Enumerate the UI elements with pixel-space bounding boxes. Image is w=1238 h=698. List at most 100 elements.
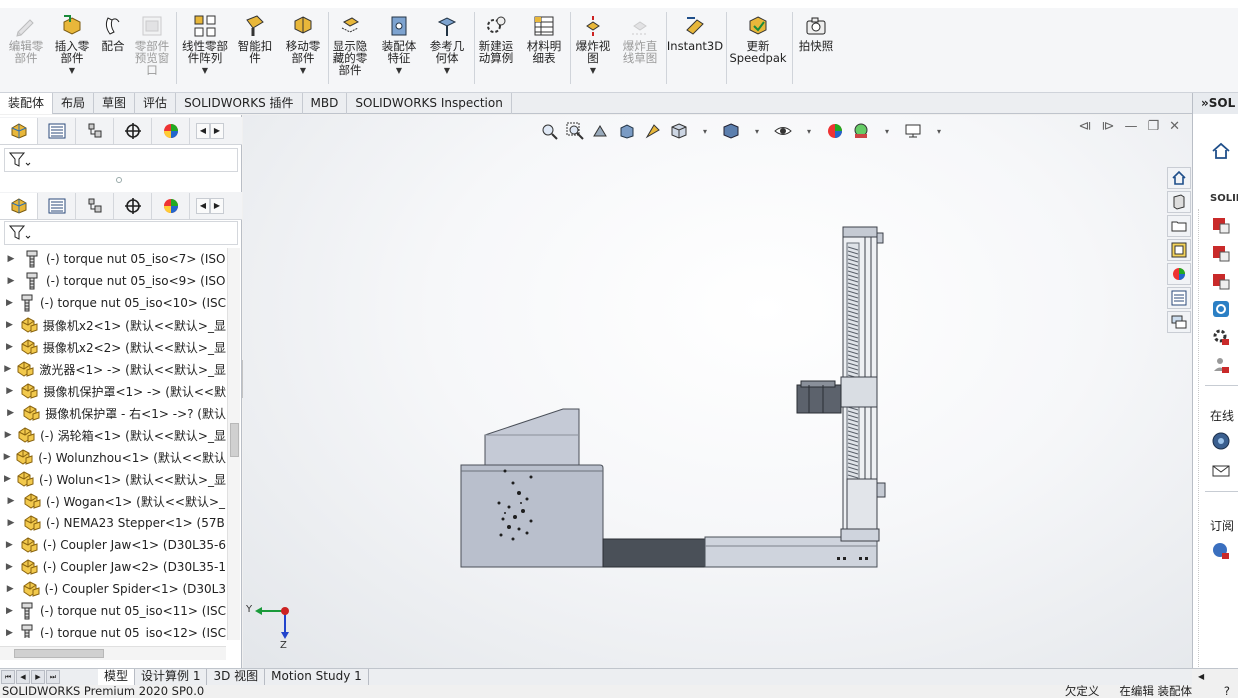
scroll-left-arrow[interactable]: ◀ xyxy=(196,122,210,139)
chevron-down-icon[interactable]: ▼ xyxy=(69,65,75,77)
chevron-down-icon[interactable]: ▼ xyxy=(396,65,402,77)
tree-node[interactable]: ▶ (-) Wolunzhou<1> (默认<<默认 xyxy=(0,446,226,468)
show-hidden-button[interactable]: 显示隐 藏的零 部件 xyxy=(330,14,370,86)
help-icon[interactable]: ? xyxy=(1224,685,1230,698)
tree-filter-lower[interactable] xyxy=(4,221,238,245)
tree-horizontal-scrollbar[interactable] xyxy=(0,646,226,660)
insert-components-button[interactable]: 插入零 部件 ▼ xyxy=(52,14,92,86)
expand-arrow-icon[interactable]: ▶ xyxy=(0,276,22,286)
scrollbar-thumb[interactable] xyxy=(14,649,104,658)
expand-arrow-icon[interactable]: ▶ xyxy=(0,298,19,308)
command-tab[interactable]: 布局 xyxy=(53,93,95,114)
last-tab-button[interactable]: ⏭ xyxy=(46,670,60,684)
tree-node[interactable]: ▶ 激光器<1> -> (默认<<默认>_显 xyxy=(0,358,226,380)
tree-filter-upper[interactable] xyxy=(4,148,238,172)
tree-node[interactable]: ▶ 摄像机x2<2> (默认<<默认>_显 xyxy=(0,336,226,358)
expand-arrow-icon[interactable]: ▶ xyxy=(0,562,19,572)
tp-home-icon[interactable] xyxy=(1211,141,1231,161)
bottom-tab[interactable]: 3D 视图 xyxy=(207,669,266,685)
guide-rail[interactable] xyxy=(602,536,878,568)
base-housing[interactable] xyxy=(460,408,604,568)
speedpak-button[interactable]: 更新 Speedpak xyxy=(729,14,787,86)
scroll-right-arrow[interactable]: ▶ xyxy=(210,197,224,214)
task-pane-header[interactable]: »SOL xyxy=(1193,93,1238,114)
tp-resources-tab[interactable] xyxy=(1167,191,1191,213)
tp-forum-tab[interactable] xyxy=(1167,311,1191,333)
command-tab[interactable]: MBD xyxy=(303,93,348,114)
expand-arrow-icon[interactable]: ▶ xyxy=(0,496,22,506)
sync-icon[interactable] xyxy=(1211,299,1231,319)
component-preview-button[interactable]: 零部件 预览窗 口 xyxy=(130,14,174,86)
expand-arrow-icon[interactable]: ▶ xyxy=(0,452,14,462)
command-tab[interactable]: SOLIDWORKS Inspection xyxy=(347,93,512,114)
gear-icon[interactable] xyxy=(1211,327,1231,347)
assembly-features-button[interactable]: 装配体 特征 ▼ xyxy=(378,14,420,86)
command-tab[interactable]: 草图 xyxy=(94,93,136,114)
vertical-column[interactable] xyxy=(796,226,886,542)
panel-splitter[interactable] xyxy=(116,177,122,183)
exploded-view-button[interactable]: 爆炸视 图 ▼ xyxy=(572,14,614,86)
tree-node[interactable]: ▶ (-) torque nut 05_iso<10> (ISC xyxy=(0,292,226,314)
task-pane-scrollbar[interactable] xyxy=(1193,209,1199,669)
user-icon[interactable] xyxy=(1211,355,1231,375)
tree-node[interactable]: ▶ 摄像机x2<1> (默认<<默认>_显 xyxy=(0,314,226,336)
expand-arrow-icon[interactable]: ▶ xyxy=(0,584,21,594)
expand-arrow-icon[interactable]: ▶ xyxy=(0,364,15,374)
next-tab-button[interactable]: ▶ xyxy=(31,670,45,684)
snapshot-button[interactable]: 拍快照 xyxy=(796,14,836,86)
tree-node[interactable]: ▶ (-) Coupler Spider<1> (D30L3 xyxy=(0,578,226,600)
first-tab-button[interactable]: ⏮ xyxy=(1,670,15,684)
tree-node[interactable]: ▶ (-) NEMA23 Stepper<1> (57B xyxy=(0,512,226,534)
bottom-tab[interactable]: Motion Study 1 xyxy=(265,669,369,685)
expand-arrow-icon[interactable]: ▶ xyxy=(0,628,19,638)
tp-file-explorer-tab[interactable] xyxy=(1167,215,1191,237)
tree-node[interactable]: ▶ 摄像机保护罩<1> -> (默认<<默 xyxy=(0,380,226,402)
smart-fasteners-button[interactable]: 智能扣 件 xyxy=(236,14,274,86)
chevron-down-icon[interactable]: ▼ xyxy=(300,65,306,77)
tree-vertical-scrollbar[interactable] xyxy=(227,248,240,640)
tree-node[interactable]: ▶ (-) torque nut 05_iso<7> (ISO xyxy=(0,248,226,270)
command-tab[interactable]: 装配体 xyxy=(0,93,54,114)
bottom-tab[interactable]: 设计算例 1 xyxy=(135,669,208,685)
explode-line-button[interactable]: 爆炸直 线草图 xyxy=(618,14,662,86)
configurationmanager-tab[interactable] xyxy=(76,117,114,144)
command-tab[interactable]: 评估 xyxy=(135,93,177,114)
move-component-button[interactable]: 移动零 部件 ▼ xyxy=(282,14,324,86)
sw-resource-icon[interactable] xyxy=(1211,215,1231,235)
tree-node[interactable]: ▶ (-) Wolun<1> (默认<<默认>_显 xyxy=(0,468,226,490)
envelope-icon[interactable] xyxy=(1211,461,1231,481)
expand-arrow-icon[interactable]: ▶ xyxy=(0,518,22,528)
tree-node[interactable]: ▶ (-) torque nut 05_iso<9> (ISO xyxy=(0,270,226,292)
tree-node[interactable]: ▶ (-) torque nut 05_iso<12> (ISC xyxy=(0,622,226,638)
expand-arrow-icon[interactable]: ▶ xyxy=(0,606,19,616)
tree-node[interactable]: ▶ 摄像机保护罩 - 右<1> ->? (默认 xyxy=(0,402,226,424)
tp-home-tab[interactable] xyxy=(1167,167,1191,189)
tree-node[interactable]: ▶ (-) Coupler Jaw<2> (D30L35-1 xyxy=(0,556,226,578)
sw-resource-icon[interactable] xyxy=(1211,243,1231,263)
mate-button[interactable]: 配合 xyxy=(100,14,126,86)
chevron-down-icon[interactable]: ▼ xyxy=(444,65,450,77)
assembly-model[interactable] xyxy=(243,115,1192,668)
propertymanager-tab[interactable] xyxy=(38,117,76,144)
tree-node[interactable]: ▶ (-) Wogan<1> (默认<<默认>_ xyxy=(0,490,226,512)
scroll-left-arrow[interactable]: ◀ xyxy=(196,197,210,214)
globe-icon[interactable] xyxy=(1211,431,1231,451)
new-motion-study-button[interactable]: 新建运 动算例 xyxy=(474,14,518,86)
featuremanager-tab[interactable] xyxy=(0,117,38,144)
expand-arrow-icon[interactable]: ▶ xyxy=(0,540,19,550)
display-manager-tab[interactable] xyxy=(152,117,190,144)
tp-view-palette-tab[interactable] xyxy=(1167,239,1191,261)
bom-button[interactable]: 材料明 细表 xyxy=(524,14,564,86)
scroll-right-arrow[interactable]: ▶ xyxy=(210,122,224,139)
configurationmanager-tab-lower[interactable] xyxy=(76,192,114,219)
chevron-down-icon[interactable]: ▼ xyxy=(202,65,208,77)
display-manager-tab-lower[interactable] xyxy=(152,192,190,219)
dimxpert-tab[interactable] xyxy=(114,117,152,144)
prev-tab-button[interactable]: ◀ xyxy=(16,670,30,684)
scrollbar-thumb[interactable] xyxy=(230,423,239,457)
expand-arrow-icon[interactable]: ▶ xyxy=(0,474,15,484)
tp-appearances-tab[interactable] xyxy=(1167,263,1191,285)
tree-node[interactable]: ▶ (-) 涡轮箱<1> (默认<<默认>_显 xyxy=(0,424,226,446)
expand-arrow-icon[interactable]: ▶ xyxy=(0,430,16,440)
subscription-icon[interactable] xyxy=(1211,541,1231,561)
